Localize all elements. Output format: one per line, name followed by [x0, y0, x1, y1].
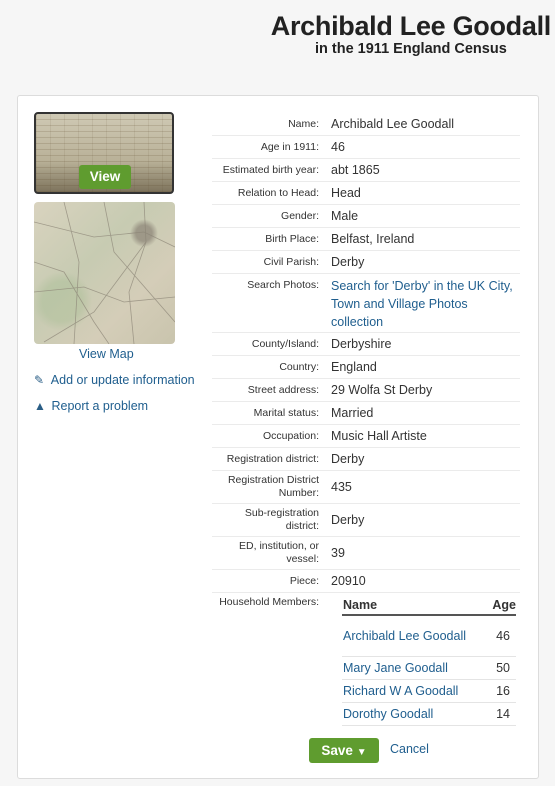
record-details: Name: Archibald Lee Goodall Age in 1911:… [212, 113, 520, 623]
detail-row-name: Name: Archibald Lee Goodall [212, 113, 520, 136]
household-member-age: 50 [496, 661, 510, 675]
add-update-label: Add or update information [50, 373, 195, 387]
report-problem-link[interactable]: ▲ Report a problem [34, 399, 148, 413]
pencil-icon: ✎ [34, 373, 45, 387]
detail-row-county: County/Island: Derbyshire [212, 333, 520, 356]
map-roads-graphic [34, 202, 175, 344]
detail-row-gender: Gender: Male [212, 205, 520, 228]
cancel-link[interactable]: Cancel [390, 742, 429, 756]
record-panel: View View Map ✎ Add or update informatio… [17, 95, 539, 779]
detail-row-piece: Piece: 20910 [212, 570, 520, 593]
view-button[interactable]: View [79, 165, 131, 189]
detail-row-marital-status: Marital status: Married [212, 402, 520, 425]
household-member-link[interactable]: Dorothy Goodall [342, 703, 470, 725]
household-member-row: Dorothy Goodall 14 [342, 703, 516, 726]
detail-row-ed-institution: ED, institution, or vessel: 39 [212, 537, 520, 570]
detail-row-registration-district: Registration district: Derby [212, 448, 520, 471]
save-button[interactable]: Save ▼ [309, 738, 379, 763]
household-col-name: Name [343, 598, 378, 612]
detail-row-age: Age in 1911: 46 [212, 136, 520, 159]
page-subtitle: in the 1911 England Census [314, 41, 507, 57]
census-image-thumbnail[interactable]: View [34, 112, 174, 194]
household-member-age: 14 [496, 707, 510, 721]
household-member-age: 46 [496, 629, 510, 643]
page-title: Archibald Lee Goodall [270, 11, 552, 41]
chevron-down-icon: ▼ [356, 747, 367, 758]
report-problem-label: Report a problem [51, 399, 149, 413]
add-update-link[interactable]: ✎ Add or update information [34, 373, 195, 387]
detail-row-relation: Relation to Head: Head [212, 182, 520, 205]
warning-icon: ▲ [34, 399, 46, 413]
household-member-row: Richard W A Goodall 16 [342, 680, 516, 703]
detail-row-civil-parish: Civil Parish: Derby [212, 251, 520, 274]
household-member-link[interactable]: Archibald Lee Goodall [342, 625, 470, 647]
map-thumbnail[interactable] [34, 202, 175, 344]
detail-row-country: Country: England [212, 356, 520, 379]
household-member-link[interactable]: Richard W A Goodall [342, 680, 470, 702]
detail-row-birth-place: Birth Place: Belfast, Ireland [212, 228, 520, 251]
household-member-age: 16 [496, 684, 510, 698]
detail-row-sub-registration-district: Sub-registration district: Derby [212, 504, 520, 537]
household-member-link[interactable]: Mary Jane Goodall [342, 657, 470, 679]
page-header: Archibald Lee Goodall in the 1911 Englan… [270, 10, 552, 58]
household-col-age: Age [492, 598, 516, 612]
household-member-row: Mary Jane Goodall 50 [342, 657, 516, 680]
household-member-row: Archibald Lee Goodall 46 [342, 616, 516, 657]
detail-row-registration-district-number: Registration District Number: 435 [212, 471, 520, 504]
detail-row-search-photos: Search Photos: Search for 'Derby' in the… [212, 274, 520, 333]
view-map-link[interactable]: View Map [79, 347, 134, 361]
detail-row-street-address: Street address: 29 Wolfa St Derby [212, 379, 520, 402]
save-label: Save [321, 743, 353, 758]
detail-row-birth-year: Estimated birth year: abt 1865 [212, 159, 520, 182]
household-members-table: Name Age Archibald Lee Goodall 46 Mary J… [342, 598, 516, 726]
household-table-header: Name Age [342, 598, 516, 616]
detail-row-occupation: Occupation: Music Hall Artiste [212, 425, 520, 448]
search-photos-link[interactable]: Search for 'Derby' in the UK City, Town … [331, 277, 520, 331]
